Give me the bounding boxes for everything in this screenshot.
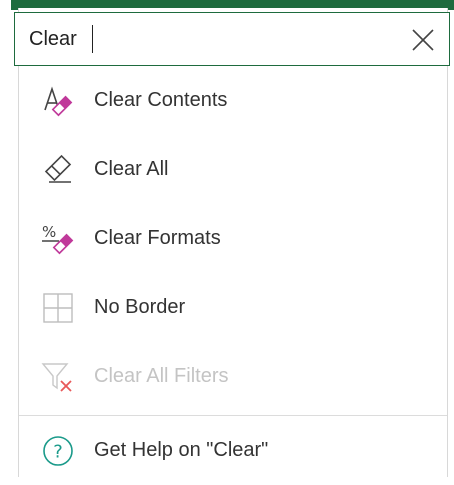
menu-item-get-help[interactable]: ? Get Help on "Clear"	[19, 416, 447, 485]
search-input[interactable]	[29, 23, 389, 55]
help-icon: ?	[41, 434, 75, 468]
menu-item-label: Clear Formats	[94, 227, 221, 249]
menu-item-clear-formats[interactable]: % Clear Formats	[19, 204, 447, 273]
menu-item-label: No Border	[94, 296, 186, 318]
clear-formats-icon: %	[41, 222, 75, 256]
menu-item-label: Clear All	[94, 158, 169, 180]
search-box[interactable]	[14, 12, 450, 66]
menu-item-label: Get Help on "Clear"	[94, 439, 269, 461]
menu-item-clear-all[interactable]: Clear All	[19, 135, 447, 204]
search-results-menu: Clear Contents Clear All % Clear Formats…	[19, 66, 447, 485]
svg-text:%: %	[42, 223, 56, 241]
menu-item-clear-contents[interactable]: Clear Contents	[19, 66, 447, 135]
menu-item-label: Clear Contents	[94, 89, 228, 111]
no-border-icon	[41, 291, 75, 325]
menu-item-label: Clear All Filters	[94, 365, 229, 387]
clear-filter-icon	[41, 360, 75, 394]
clear-contents-icon	[41, 84, 75, 118]
menu-item-no-border[interactable]: No Border	[19, 273, 447, 342]
svg-text:?: ?	[53, 441, 63, 462]
close-button[interactable]	[405, 22, 441, 58]
eraser-icon	[41, 153, 75, 187]
text-caret	[92, 25, 93, 53]
close-icon	[412, 29, 434, 51]
menu-item-clear-all-filters: Clear All Filters	[19, 342, 447, 411]
